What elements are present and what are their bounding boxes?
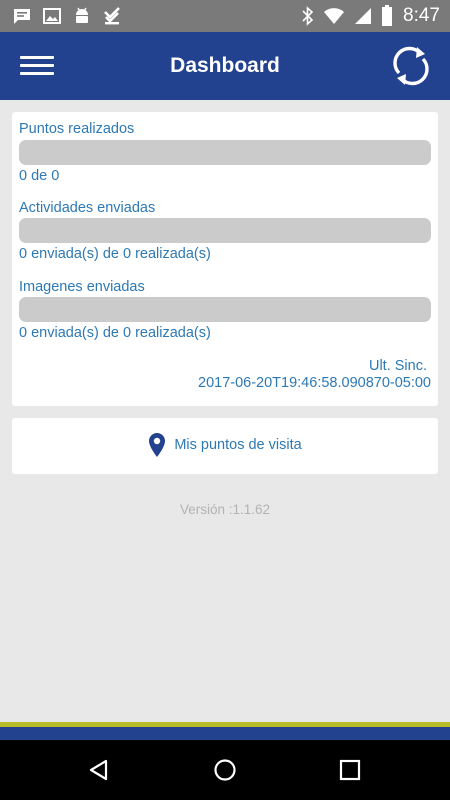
system-icons: 8:47: [301, 5, 440, 27]
imagenes-value: 0 enviada(s) de 0 realizada(s): [19, 325, 211, 341]
bluetooth-icon: [302, 6, 314, 26]
last-sync-timestamp: 2017-06-20T19:46:58.090870-05:00: [198, 375, 431, 391]
map-pin-icon: [149, 433, 166, 457]
clock: 8:47: [403, 5, 440, 26]
recents-icon: [339, 759, 361, 781]
actividades-progress-bar: [19, 218, 431, 243]
battery-icon: [382, 5, 393, 26]
wifi-icon: [324, 8, 345, 24]
chat-icon: [14, 9, 30, 24]
system-nav-bar: [0, 740, 450, 800]
mis-puntos-de-visita-button[interactable]: Mis puntos de visita: [12, 418, 438, 474]
image-icon: [43, 8, 61, 24]
page-title: Dashboard: [170, 54, 280, 77]
last-sync-label: Ult. Sinc.: [368, 358, 427, 374]
refresh-icon: [393, 46, 429, 86]
refresh-button[interactable]: [389, 44, 433, 88]
notification-icons: [12, 6, 122, 26]
imagenes-label: Imagenes enviadas: [19, 279, 145, 295]
back-button[interactable]: [86, 757, 112, 783]
puntos-label: Puntos realizados: [19, 121, 135, 137]
home-icon: [214, 759, 236, 781]
app-bar: Dashboard: [0, 32, 450, 100]
status-bar: 8:47: [0, 0, 450, 32]
back-icon: [89, 759, 108, 781]
stats-card: Puntos realizados 0 de 0 Actividades env…: [12, 112, 438, 406]
visit-button-label: Mis puntos de visita: [174, 437, 302, 453]
actividades-value: 0 enviada(s) de 0 realizada(s): [19, 246, 211, 262]
download-done-icon: [104, 7, 120, 25]
actividades-label: Actividades enviadas: [19, 200, 156, 216]
imagenes-progress-bar: [19, 297, 431, 322]
puntos-progress-bar: [19, 140, 431, 165]
home-button[interactable]: [212, 757, 238, 783]
recents-button[interactable]: [337, 757, 363, 783]
android-icon: [76, 7, 88, 23]
footer-bar: [0, 727, 450, 740]
signal-icon: [355, 8, 372, 24]
version-text: Versión :1.1.62: [179, 502, 271, 517]
puntos-value: 0 de 0: [19, 168, 60, 184]
